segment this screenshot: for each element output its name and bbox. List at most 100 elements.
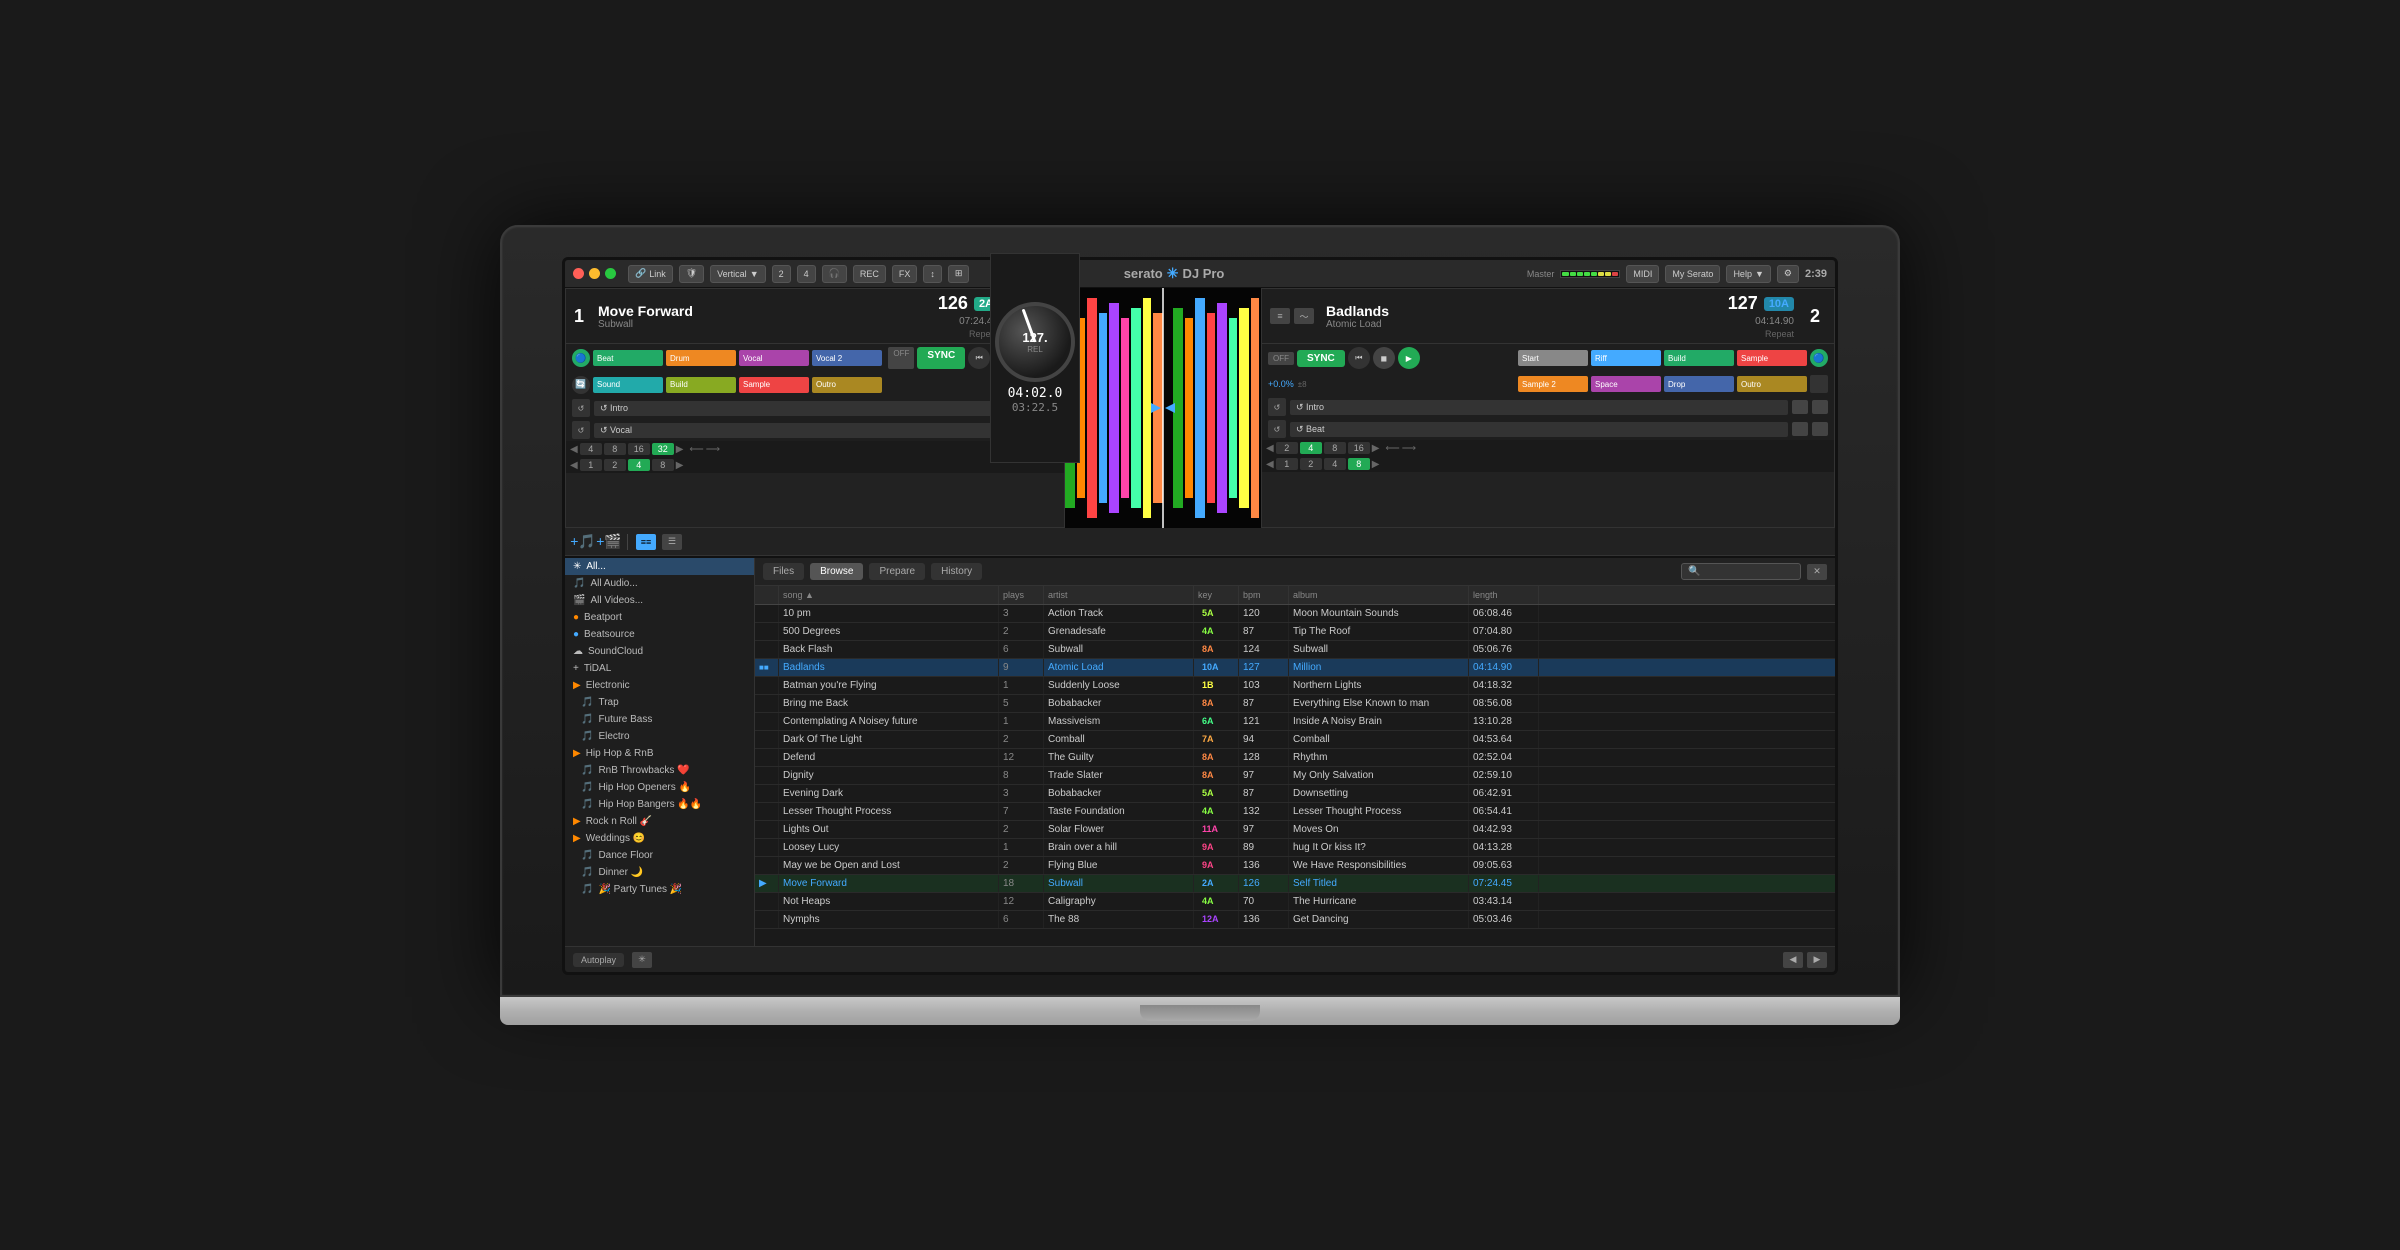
deck-1-beat-4[interactable]: 4 <box>580 443 602 455</box>
deck-1-next-beat2[interactable]: ▶ <box>676 460 684 471</box>
sidebar-item-hiphop[interactable]: ▶ Hip Hop & RnB <box>565 745 754 762</box>
table-row[interactable]: ▶ Move Forward 18 Subwall 2A 126 Self Ti… <box>755 875 1835 893</box>
table-row[interactable]: Bring me Back 5 Bobabacker 8A 87 Everyth… <box>755 695 1835 713</box>
sidebar-item-dance-floor[interactable]: 🎵 Dance Floor <box>565 847 754 864</box>
deck-1-beat-4b[interactable]: 4 <box>628 459 650 471</box>
grid-button[interactable]: ⊞ <box>948 265 970 283</box>
deck-1-sync[interactable]: SYNC <box>917 347 965 369</box>
table-row[interactable]: Batman you're Flying 1 Suddenly Loose 1B… <box>755 677 1835 695</box>
sidebar-item-weddings[interactable]: ▶ Weddings 😊 <box>565 830 754 847</box>
deck-1-loop-toggle[interactable]: ↺ <box>572 399 590 417</box>
sidebar-item-electro[interactable]: 🎵 Electro <box>565 728 754 745</box>
settings-button[interactable]: ⚙ <box>1777 265 1799 283</box>
deck-2-close-icon[interactable] <box>1812 400 1828 414</box>
deck-2-sync[interactable]: SYNC <box>1297 350 1345 367</box>
close-search-icon[interactable]: ✕ <box>1807 564 1827 580</box>
deck-2-cue-outro[interactable]: Outro <box>1737 376 1807 392</box>
deck-2-close2-icon[interactable] <box>1812 422 1828 436</box>
deck-2-settings-icon[interactable]: ≡ <box>1270 308 1290 324</box>
deck-1-loop-in[interactable]: ⟵ <box>689 444 703 455</box>
sidebar-item-rnb[interactable]: 🎵 RnB Throwbacks ❤️ <box>565 762 754 779</box>
th-key[interactable]: key <box>1194 586 1239 604</box>
deck-2-beat-2[interactable]: 2 <box>1276 442 1298 454</box>
table-row[interactable]: Lights Out 2 Solar Flower 11A 97 Moves O… <box>755 821 1835 839</box>
deck-1-cue-outro[interactable]: Outro <box>812 377 882 393</box>
deck-2-loop-intro[interactable]: ↺ Intro <box>1290 400 1788 415</box>
deck-1-cue-vocal2[interactable]: Vocal 2 <box>812 350 882 366</box>
deck-2-cue-sample[interactable]: Sample <box>1737 350 1807 366</box>
deck-2-next-beat2[interactable]: ▶ <box>1372 459 1380 470</box>
deck-2-beat-4[interactable]: 4 <box>1300 442 1322 454</box>
sidebar-item-soundcloud[interactable]: ☁ SoundCloud <box>565 643 754 660</box>
deck-1-cue-sound[interactable]: Sound <box>593 377 663 393</box>
help-button[interactable]: Help ▼ <box>1726 265 1770 283</box>
deck-2-lock-icon[interactable] <box>1792 400 1808 414</box>
deck-2-cue-space[interactable]: Space <box>1591 376 1661 392</box>
deck-2-waveform-icon[interactable]: 〜 <box>1294 308 1314 324</box>
table-row[interactable]: Not Heaps 12 Caligraphy 4A 70 The Hurric… <box>755 893 1835 911</box>
sidebar-item-hh-bangers[interactable]: 🎵 Hip Hop Bangers 🔥🔥 <box>565 796 754 813</box>
maximize-button[interactable] <box>605 268 616 279</box>
table-row[interactable]: Loosey Lucy 1 Brain over a hill 9A 89 hu… <box>755 839 1835 857</box>
table-row[interactable]: May we be Open and Lost 2 Flying Blue 9A… <box>755 857 1835 875</box>
list-view-button[interactable]: ≡≡ <box>636 534 656 550</box>
deck-2-next-beat[interactable]: ▶ <box>1372 443 1380 454</box>
close-button[interactable] <box>573 268 584 279</box>
deck-2-loop-out[interactable]: ⟶ <box>1402 443 1416 454</box>
deck-2-prev-beat2[interactable]: ◀ <box>1266 459 1274 470</box>
grid-view-button[interactable]: ☰ <box>662 534 682 550</box>
table-row[interactable]: Dark Of The Light 2 Comball 7A 94 Combal… <box>755 731 1835 749</box>
deck-2-beat-16[interactable]: 16 <box>1348 442 1370 454</box>
autoplay-settings-icon[interactable]: ✳ <box>632 952 652 968</box>
sidebar-item-rock[interactable]: ▶ Rock n Roll 🎸 <box>565 813 754 830</box>
th-song[interactable]: song ▲ <box>779 586 999 604</box>
table-row[interactable]: 500 Degrees 2 Grenadesafe 4A 87 Tip The … <box>755 623 1835 641</box>
deck-2-loop-beat[interactable]: ↺ Beat <box>1290 422 1788 437</box>
table-row[interactable]: Back Flash 6 Subwall 8A 124 Subwall 05:0… <box>755 641 1835 659</box>
add-video-button[interactable]: +🎬 <box>599 534 619 550</box>
add-music-button[interactable]: +🎵 <box>573 534 593 550</box>
link-button[interactable]: 🔗 Link <box>628 265 673 283</box>
deck-2-beat-1[interactable]: 1 <box>1276 458 1298 470</box>
table-row[interactable]: Dignity 8 Trade Slater 8A 97 My Only Sal… <box>755 767 1835 785</box>
deck2-button[interactable]: 2 <box>772 265 791 283</box>
th-plays[interactable]: plays <box>999 586 1044 604</box>
headphone-button[interactable]: 🎧 <box>822 265 847 283</box>
deck-1-dial[interactable]: 127. REL <box>995 302 1075 382</box>
minimize-button[interactable] <box>589 268 600 279</box>
deck-2-beat-8[interactable]: 8 <box>1324 442 1346 454</box>
deck-1-vocal-toggle[interactable]: ↺ <box>572 421 590 439</box>
sidebar-item-beatsource[interactable]: ● Beatsource <box>565 626 754 643</box>
deck-1-prev[interactable]: ⏮ <box>968 347 990 369</box>
shield-button[interactable]: 🛡 <box>679 265 704 283</box>
sidebar-item-trap[interactable]: 🎵 Trap <box>565 694 754 711</box>
sidebar-item-all[interactable]: ✳ All... <box>565 558 754 575</box>
table-row[interactable]: Evening Dark 3 Bobabacker 5A 87 Downsett… <box>755 785 1835 803</box>
deck-1-beat-2[interactable]: 2 <box>604 459 626 471</box>
th-artist[interactable]: artist <box>1044 586 1194 604</box>
tab-history[interactable]: History <box>931 563 982 580</box>
table-row[interactable]: ■■ Badlands 9 Atomic Load 10A 127 Millio… <box>755 659 1835 677</box>
deck-1-cue-drum[interactable]: Drum <box>666 350 736 366</box>
deck-2-beat-2b[interactable]: 2 <box>1300 458 1322 470</box>
deck-2-cue-sample2[interactable]: Sample 2 <box>1518 376 1588 392</box>
scroll-left-icon[interactable]: ◀ <box>1783 952 1803 968</box>
fx-button[interactable]: FX <box>892 265 918 283</box>
tab-files[interactable]: Files <box>763 563 804 580</box>
search-box[interactable]: 🔍 <box>1681 563 1801 580</box>
tab-browse[interactable]: Browse <box>810 563 863 580</box>
deck-2-lock2-icon[interactable] <box>1792 422 1808 436</box>
sidebar-item-party[interactable]: 🎵 🎉 Party Tunes 🎉 <box>565 881 754 898</box>
deck-2-loop-toggle[interactable]: ↺ <box>1268 398 1286 416</box>
sidebar-item-tidal[interactable]: + TiDAL <box>565 660 754 677</box>
view-button[interactable]: ↕ <box>923 265 942 283</box>
deck-2-prev-beat[interactable]: ◀ <box>1266 443 1274 454</box>
deck-1-loop-intro[interactable]: ↺ Intro <box>594 401 1018 416</box>
midi-button[interactable]: MIDI <box>1626 265 1659 283</box>
sidebar-item-future-bass[interactable]: 🎵 Future Bass <box>565 711 754 728</box>
table-row[interactable]: Defend 12 The Guilty 8A 128 Rhythm 02:52… <box>755 749 1835 767</box>
th-album[interactable]: album <box>1289 586 1469 604</box>
deck-1-cue-build[interactable]: Build <box>666 377 736 393</box>
deck-2-prev[interactable]: ⏮ <box>1348 347 1370 369</box>
deck-1-prev-beat2[interactable]: ◀ <box>570 460 578 471</box>
